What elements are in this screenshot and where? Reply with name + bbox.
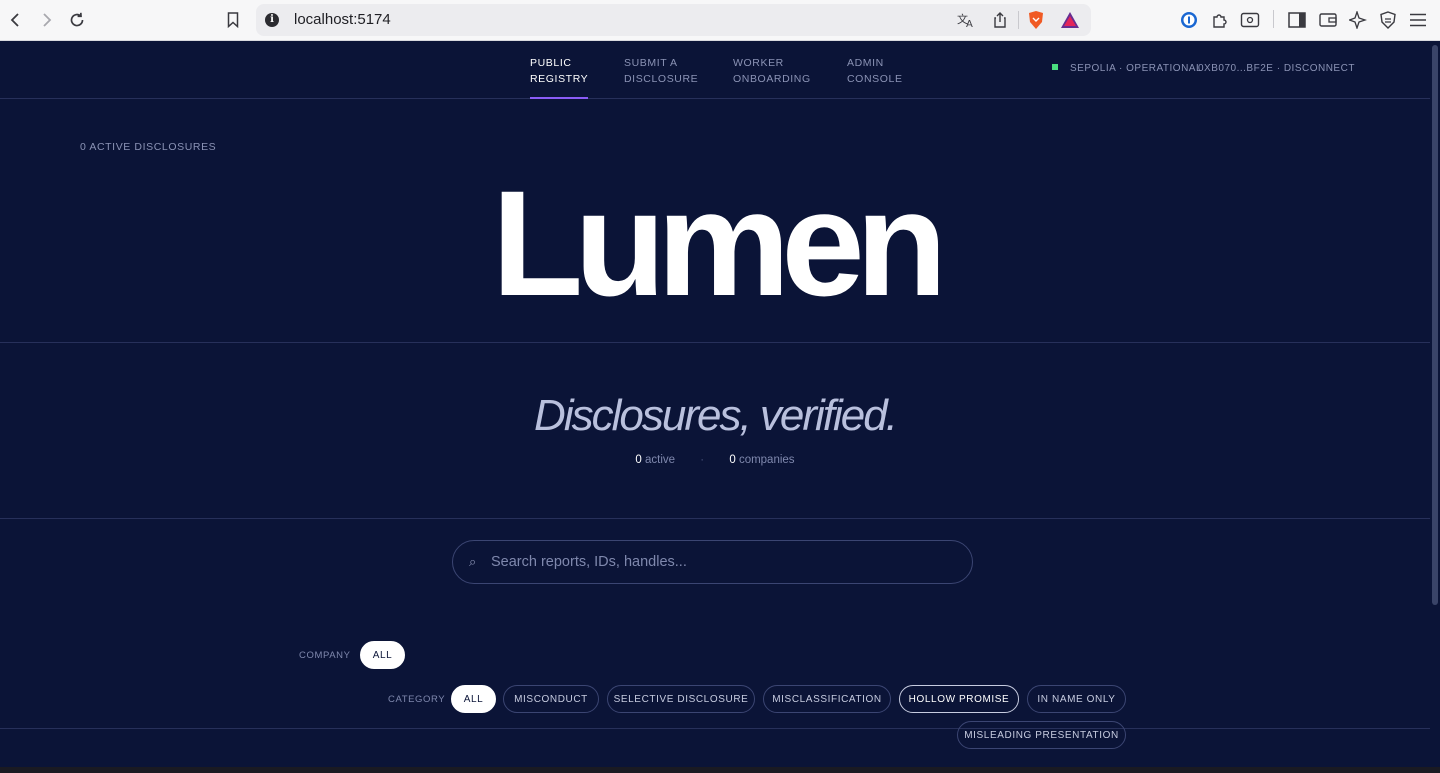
wallet-disconnect-button[interactable]: 0XB070...BF2E · DISCONNECT [1198, 63, 1355, 74]
url-text[interactable]: localhost:5174 [294, 11, 391, 28]
top-navigation: PUBLIC REGISTRY SUBMIT A DISCLOSURE WORK… [0, 41, 1430, 99]
companies-label: companies [738, 454, 795, 466]
address-bar[interactable]: i localhost:5174 文A [256, 4, 1091, 36]
active-count: 0 [635, 454, 642, 466]
search-icon: ⌕ [469, 554, 477, 569]
active-label: active [645, 454, 676, 466]
back-icon[interactable] [4, 8, 28, 32]
app-root: PUBLIC REGISTRY SUBMIT A DISCLOSURE WORK… [0, 41, 1430, 773]
search-input[interactable] [491, 541, 951, 583]
bookmark-icon[interactable] [221, 8, 245, 32]
category-filter-all[interactable]: ALL [451, 685, 496, 713]
password-manager-icon[interactable] [1177, 8, 1201, 32]
menu-icon[interactable] [1406, 8, 1430, 32]
svg-text:A: A [966, 19, 973, 28]
hero-section: 0 ACTIVE DISCLOSURES Lumen [0, 99, 1430, 343]
category-filter-label: CATEGORY [388, 694, 446, 705]
screenshot-icon[interactable] [1238, 8, 1262, 32]
nav-submit-disclosure[interactable]: SUBMIT A DISCLOSURE [624, 55, 698, 87]
brave-shield-icon[interactable] [1024, 8, 1048, 32]
category-filter-misconduct[interactable]: MISCONDUCT [503, 685, 599, 713]
stats-separator: · [700, 454, 705, 466]
tagline: Disclosures, verified. [534, 391, 898, 440]
brave-rewards-icon[interactable] [1058, 8, 1082, 32]
extensions-icon[interactable] [1208, 8, 1232, 32]
site-info-icon[interactable]: i [265, 13, 279, 27]
forward-icon[interactable] [34, 8, 58, 32]
sidebar-toggle-icon[interactable] [1285, 8, 1309, 32]
companies-count: 0 [729, 454, 736, 466]
search-box[interactable]: ⌕ [452, 540, 973, 584]
window-bottom-edge [0, 767, 1440, 773]
category-filter-hollow-promise[interactable]: HOLLOW PROMISE [899, 685, 1019, 713]
scrollbar-thumb[interactable] [1432, 45, 1438, 605]
tagline-section: Disclosures, verified. 0 active · 0 comp… [0, 343, 1430, 519]
vpn-icon[interactable] [1376, 8, 1400, 32]
company-filter-all[interactable]: ALL [360, 641, 405, 669]
network-status: SEPOLIA · OPERATIONAL [1052, 63, 1202, 74]
wallet-icon[interactable] [1316, 8, 1340, 32]
category-filter-misclassification[interactable]: MISCLASSIFICATION [763, 685, 891, 713]
translate-icon[interactable]: 文A [954, 8, 978, 32]
page-scrollbar[interactable] [1430, 41, 1440, 773]
category-filter-selective-disclosure[interactable]: SELECTIVE DISCLOSURE [607, 685, 755, 713]
active-disclosures-count: 0 ACTIVE DISCLOSURES [80, 141, 217, 153]
reload-icon[interactable] [65, 8, 89, 32]
leo-ai-icon[interactable] [1346, 8, 1370, 32]
nav-admin-console[interactable]: ADMIN CONSOLE [847, 55, 903, 87]
status-dot-icon [1052, 64, 1058, 70]
company-filter-label: COMPANY [299, 650, 351, 661]
filters-section: ⌕ COMPANY ALL CATEGORY ALL MISCONDUCT SE… [0, 519, 1430, 749]
category-filter-in-name-only[interactable]: IN NAME ONLY [1027, 685, 1126, 713]
nav-worker-onboarding[interactable]: WORKER ONBOARDING [733, 55, 811, 87]
brand-wordmark: Lumen [491, 159, 948, 327]
stats-row: 0 active · 0 companies [0, 454, 1430, 466]
nav-public-registry[interactable]: PUBLIC REGISTRY [530, 55, 589, 99]
share-icon[interactable] [988, 8, 1012, 32]
browser-toolbar: i localhost:5174 文A [0, 0, 1440, 41]
